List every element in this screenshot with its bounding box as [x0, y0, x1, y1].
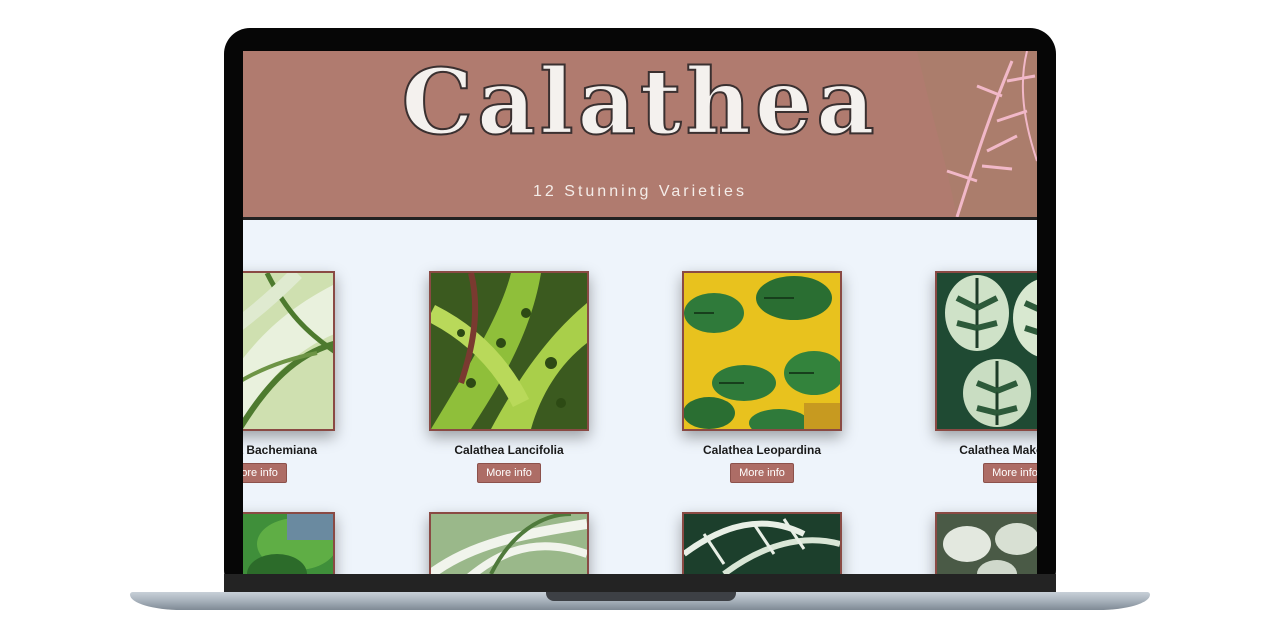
laptop-screen: Calathea 12 Stunning Varieties Calathea …	[243, 51, 1037, 574]
plant-card: Calathea Bachemiana More info	[243, 271, 335, 483]
plant-image[interactable]	[935, 271, 1037, 431]
plant-image[interactable]	[682, 512, 842, 574]
plant-name: Calathea Makoyana	[959, 443, 1037, 457]
plant-card: Calathea Leopardina More info	[682, 271, 842, 483]
page-title: Calathea	[400, 51, 879, 156]
more-info-button[interactable]: More info	[983, 463, 1037, 483]
plant-name: Calathea Leopardina	[702, 443, 822, 457]
plant-card: Calathea Lancifolia More info	[429, 271, 589, 483]
laptop-notch	[546, 592, 736, 601]
plant-image[interactable]	[682, 271, 842, 431]
plant-image[interactable]	[429, 512, 589, 574]
plant-card	[429, 512, 589, 574]
plant-image[interactable]	[935, 512, 1037, 574]
plant-card	[935, 512, 1037, 574]
more-info-button[interactable]: More info	[243, 463, 287, 483]
plant-image[interactable]	[429, 271, 589, 431]
plant-name: Calathea Lancifolia	[454, 443, 564, 457]
header-banner: Calathea 12 Stunning Varieties	[243, 51, 1037, 220]
more-info-button[interactable]: More info	[477, 463, 541, 483]
page-subtitle: 12 Stunning Varieties	[533, 183, 747, 200]
plant-card: Calathea Makoyana More info	[935, 271, 1037, 483]
plant-card	[243, 512, 335, 574]
more-info-button[interactable]: More info	[730, 463, 794, 483]
plant-name: Calathea Bachemiana	[243, 443, 318, 457]
plant-image[interactable]	[243, 512, 335, 574]
plant-card	[682, 512, 842, 574]
plant-image[interactable]	[243, 271, 335, 431]
